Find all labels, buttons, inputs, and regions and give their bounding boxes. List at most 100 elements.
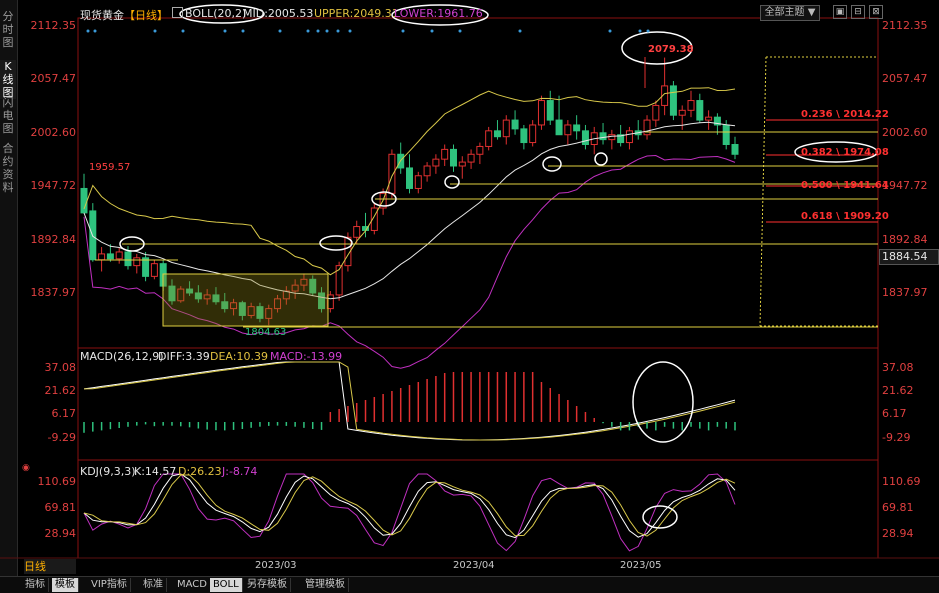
signal-dot: [86, 29, 90, 33]
candle-body: [441, 148, 449, 160]
highlight-ellipse: [594, 152, 608, 166]
candle-body: [529, 124, 537, 144]
candle-body: [573, 124, 581, 132]
macd-axis-right-label: -9.29: [882, 431, 911, 444]
price-axis-right-label: 1837.97: [882, 286, 928, 299]
kdj-axis-left-label: 110.69: [37, 475, 77, 488]
signal-dot: [223, 29, 227, 33]
candle-body: [150, 263, 158, 277]
kdj-axis-right-label: 28.94: [882, 527, 914, 540]
tab-standard[interactable]: 标准: [140, 578, 167, 592]
instrument-name: 现货黄金: [80, 9, 124, 22]
candle-body: [678, 109, 686, 116]
candle-body: [555, 119, 563, 136]
candle-body: [625, 130, 633, 144]
signal-dot: [458, 29, 462, 33]
fib-level-label: 0.618 \ 1909.20: [801, 211, 889, 222]
signal-dot: [401, 29, 405, 33]
price-axis-left-label: 1892.84: [30, 233, 77, 246]
boll-lower-value: LOWER:1961.76: [394, 7, 483, 20]
candle-body: [106, 253, 114, 260]
consolidation-box: [162, 273, 329, 327]
candle-body: [502, 119, 510, 138]
kdj-axis-left-label: 28.94: [44, 527, 77, 540]
macd-axis-right-label: 21.62: [882, 384, 914, 397]
candle-body: [124, 251, 132, 267]
current-price-tag: 1884.54: [879, 249, 939, 265]
candle-body: [669, 85, 677, 116]
theme-select[interactable]: 全部主题 ▼: [760, 5, 820, 21]
tab-boll[interactable]: BOLL: [210, 578, 243, 592]
minimize-icon[interactable]: ⊟: [851, 5, 865, 19]
candle-body: [133, 257, 141, 267]
candle-body: [652, 104, 660, 121]
candle-body: [643, 119, 651, 136]
candle-body: [432, 158, 440, 167]
kdj-k-value: K:14.57: [134, 465, 177, 478]
instrument-title: 现货黄金【日线】: [80, 7, 168, 23]
candle-body: [493, 130, 501, 138]
signal-dot: [646, 29, 650, 33]
fib-projection-outline: [759, 56, 878, 327]
candle-body: [546, 100, 554, 121]
signal-dot: [316, 29, 320, 33]
close-icon[interactable]: ⊠: [869, 5, 883, 19]
candle-body: [98, 253, 106, 261]
price-axis-left-label: 2002.60: [30, 126, 77, 139]
date-axis-label: 2023/04: [453, 560, 495, 571]
kdj-d-value: D:26.23: [178, 465, 222, 478]
macd-diff-value: DIFF:3.39: [158, 350, 210, 363]
signal-dot: [518, 29, 522, 33]
highlight-ellipse: [542, 156, 562, 172]
candle-body: [564, 124, 572, 136]
price-axis-left-label: 1947.72: [30, 179, 77, 192]
candle-body: [537, 100, 545, 126]
signal-dot: [336, 29, 340, 33]
candle-body: [731, 144, 739, 155]
chart-canvas[interactable]: [0, 0, 939, 576]
macd-axis-left-label: -9.29: [47, 431, 76, 444]
candle-body: [687, 100, 695, 111]
price-axis-left-label: 2057.47: [30, 72, 77, 85]
boll-upper-value: UPPER:2049.31: [314, 7, 399, 20]
candle-body: [608, 134, 616, 141]
tab-templates[interactable]: 模板: [52, 578, 79, 592]
signal-dot: [278, 29, 282, 33]
kdj-settings-icon[interactable]: ◉: [22, 463, 30, 473]
macd-axis-left-label: 37.08: [44, 361, 77, 374]
candle-body: [80, 187, 88, 214]
candle-body: [388, 153, 396, 194]
fib-level-label: 0.236 \ 2014.22: [801, 109, 889, 120]
kdj-j-value: J:-8.74: [222, 465, 258, 478]
signal-dot: [241, 29, 245, 33]
indicator-toggle-icon[interactable]: [172, 7, 183, 18]
candle-body: [414, 175, 422, 189]
tab-manage-templates[interactable]: 管理模板: [302, 578, 349, 592]
annotation-overlay: [86, 4, 878, 529]
tab-macd[interactable]: MACD: [174, 578, 211, 592]
period-label: 【日线】: [124, 9, 168, 22]
period-indicator[interactable]: 日线: [24, 559, 76, 574]
candle-body: [520, 128, 528, 144]
candle-body: [511, 119, 519, 130]
restore-icon[interactable]: ▣: [833, 5, 847, 19]
price-axis-right-label: 2112.35: [882, 19, 928, 32]
price-axis-right-label: 1892.84: [882, 233, 928, 246]
candle-body: [705, 116, 713, 121]
macd-axis-left-label: 21.62: [44, 384, 77, 397]
tab-indicators[interactable]: 指标: [22, 578, 49, 592]
candle-body: [115, 251, 123, 260]
date-axis-label: 2023/05: [620, 560, 662, 571]
tab-save-template[interactable]: 另存模板: [244, 578, 291, 592]
kdj-axis-right-label: 110.69: [882, 475, 921, 488]
signal-dot: [348, 29, 352, 33]
candle-body: [423, 165, 431, 177]
macd-dea-value: DEA:10.39: [210, 350, 268, 363]
candle-body: [142, 257, 150, 277]
macd-axis-right-label: 6.17: [882, 407, 907, 420]
highlight-ellipse: [632, 361, 694, 443]
macd-axis-right-label: 37.08: [882, 361, 914, 374]
signal-dot: [325, 29, 329, 33]
tab-vip-indicators[interactable]: VIP指标: [88, 578, 131, 592]
candle-body: [467, 153, 475, 163]
